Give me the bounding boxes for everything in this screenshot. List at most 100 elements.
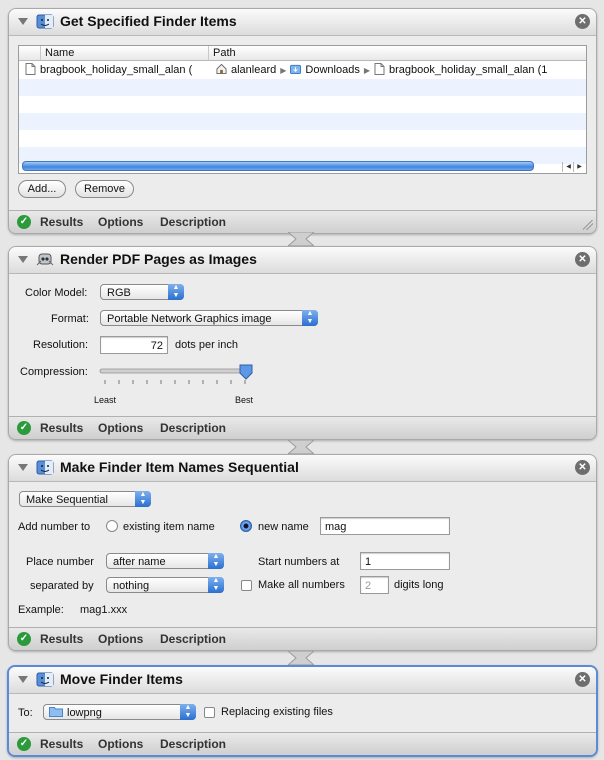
column-header-name[interactable]: Name [41,46,209,61]
close-icon[interactable]: ✕ [575,252,590,267]
items-table[interactable]: Name Path bragbook_holiday_small_alan ( … [18,45,587,174]
file-name: bragbook_holiday_small_alan ( [40,64,193,76]
action-title: Get Specified Finder Items [60,13,237,29]
resolution-input[interactable]: 72 [100,336,168,354]
start-numbers-input[interactable]: 1 [360,552,450,570]
color-model-value: RGB [107,287,131,299]
make-all-numbers-label[interactable]: Make all numbers [258,579,345,591]
replacing-files-label[interactable]: Replacing existing files [221,706,333,718]
options-tab[interactable]: Options [98,215,143,229]
downloads-folder-icon [290,64,302,75]
example-label: Example: [18,604,64,616]
column-header-path[interactable]: Path [209,46,586,61]
new-name-input[interactable]: mag [320,517,450,535]
options-tab[interactable]: Options [98,737,143,751]
replacing-files-checkbox[interactable] [204,707,215,718]
sequence-mode-select[interactable]: Make Sequential ▲ ▼ [19,491,151,507]
checkmark-icon: ✓ [17,737,31,751]
action-make-names-sequential: Make Finder Item Names Sequential ✕ Make… [8,454,597,651]
description-tab[interactable]: Description [160,737,226,751]
format-label: Format: [51,313,89,325]
existing-name-label[interactable]: existing item name [123,521,215,533]
updown-arrows-icon: ▲ ▼ [208,553,224,569]
resolution-label: Resolution: [33,339,89,351]
color-model-label: Color Model: [25,287,88,299]
scroll-right-icon[interactable]: ▶ [573,162,585,172]
close-icon[interactable]: ✕ [575,460,590,475]
updown-arrows-icon: ▲ ▼ [168,284,184,300]
results-tab[interactable]: Results [40,215,83,229]
resolution-unit: dots per inch [175,339,238,351]
disclosure-triangle-icon[interactable] [18,676,28,683]
destination-value: lowpng [67,707,102,719]
destination-select[interactable]: lowpng ▲ ▼ [43,704,196,720]
checkmark-icon: ✓ [17,421,31,435]
close-icon[interactable]: ✕ [575,14,590,29]
separated-by-select[interactable]: nothing ▲ ▼ [106,577,224,593]
resize-grip-icon[interactable] [583,220,593,230]
format-select[interactable]: Portable Network Graphics image ▲ ▼ [100,310,318,326]
example-value: mag1.xxx [80,604,128,616]
new-name-label[interactable]: new name [258,521,309,533]
disclosure-triangle-icon[interactable] [18,464,28,471]
action-header[interactable]: Move Finder Items ✕ [9,667,596,694]
action-footer: ✓ Results Options Description [9,627,596,650]
horizontal-scrollbar-thumb[interactable] [22,161,534,171]
description-tab[interactable]: Description [160,632,226,646]
results-tab[interactable]: Results [40,737,83,751]
description-tab[interactable]: Description [160,421,226,435]
path-downloads: Downloads [305,64,360,76]
color-model-select[interactable]: RGB ▲ ▼ [100,284,184,300]
table-row[interactable]: bragbook_holiday_small_alan ( alanleard ▶… [19,62,586,79]
finder-app-icon [36,14,54,29]
path-file: bragbook_holiday_small_alan (1 [389,64,548,76]
table-row-empty [19,79,586,96]
sequence-mode-value: Make Sequential [26,494,108,506]
compression-min-label: Least [94,395,117,405]
folder-icon [49,707,63,717]
digits-input[interactable]: 2 [360,576,389,594]
new-name-radio[interactable] [240,520,252,532]
options-tab[interactable]: Options [98,632,143,646]
remove-button[interactable]: Remove [75,180,134,198]
separated-by-label: separated by [30,580,94,592]
disclosure-triangle-icon[interactable] [18,256,28,263]
updown-arrows-icon: ▲ ▼ [302,310,318,326]
add-button[interactable]: Add... [18,180,66,198]
results-tab[interactable]: Results [40,632,83,646]
action-title: Make Finder Item Names Sequential [60,459,299,475]
action-get-specified-finder-items: Get Specified Finder Items ✕ Name Path b… [8,8,597,234]
action-footer: ✓ Results Options Description [9,210,596,233]
results-tab[interactable]: Results [40,421,83,435]
updown-arrows-icon: ▲ ▼ [135,491,151,507]
path-separator-icon: ▶ [363,66,370,75]
connector-icon [288,651,314,665]
place-number-select[interactable]: after name ▲ ▼ [106,553,224,569]
checkmark-icon: ✓ [17,632,31,646]
existing-name-radio[interactable] [106,520,118,532]
action-header[interactable]: Make Finder Item Names Sequential ✕ [9,455,596,482]
action-header[interactable]: Render PDF Pages as Images ✕ [9,247,596,274]
compression-max-label: Best [235,395,254,405]
destination-label: To: [18,707,33,719]
close-icon[interactable]: ✕ [575,672,590,687]
slider-thumb [239,364,253,380]
table-row-empty [19,113,586,130]
table-row-empty [19,96,586,113]
action-title: Move Finder Items [60,671,183,687]
description-tab[interactable]: Description [160,215,226,229]
home-icon [216,63,227,75]
row-name-cell: bragbook_holiday_small_alan ( [25,62,211,79]
document-icon [374,63,385,75]
column-header-blank [19,46,41,61]
updown-arrows-icon: ▲ ▼ [208,577,224,593]
action-header[interactable]: Get Specified Finder Items ✕ [9,9,596,36]
path-home: alanleard [231,64,277,76]
row-path-cell: alanleard ▶ Downloads ▶ bragbook_holiday_sma… [216,62,586,79]
disclosure-triangle-icon[interactable] [18,18,28,25]
place-number-label: Place number [26,556,94,568]
options-tab[interactable]: Options [98,421,143,435]
action-render-pdf-pages: Render PDF Pages as Images ✕ Color Model… [8,246,597,440]
compression-slider[interactable] [97,363,257,389]
make-all-numbers-checkbox[interactable] [241,580,252,591]
